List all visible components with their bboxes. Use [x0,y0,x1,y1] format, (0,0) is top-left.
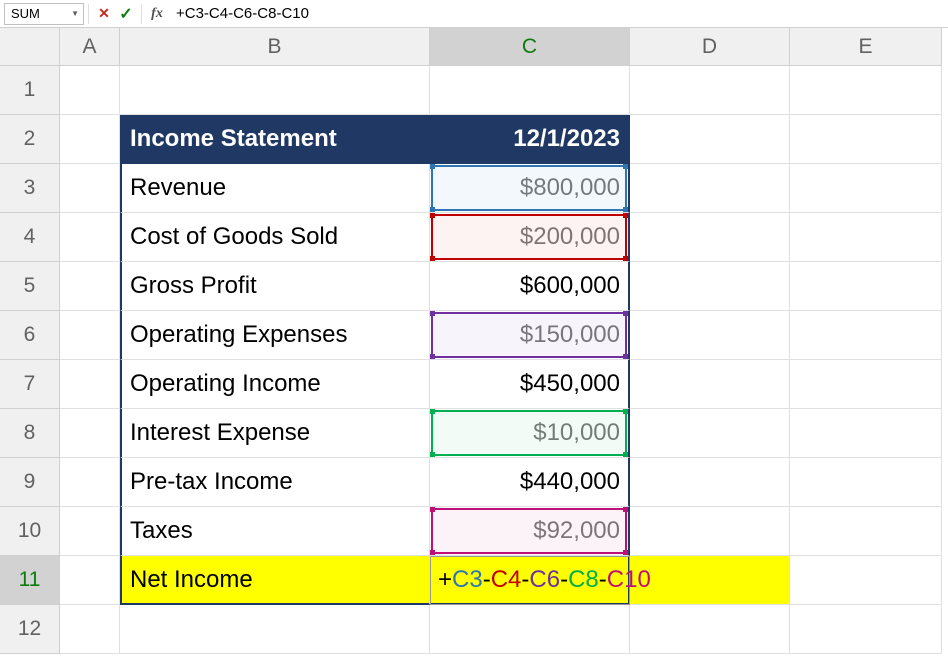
cell-C10[interactable]: $92,000 [430,507,630,556]
row-header-2[interactable]: 2 [0,115,60,164]
cell-E12[interactable] [790,605,942,654]
cell-C4[interactable]: $200,000 [430,213,630,262]
cell-A9[interactable] [60,458,120,507]
cell-E8[interactable] [790,409,942,458]
spreadsheet-grid: A B C D E 1 2 Income Statement 12/1/2023… [0,28,948,654]
cell-D5[interactable] [630,262,790,311]
enter-icon[interactable]: ✓ [115,3,137,25]
row-header-11[interactable]: 11 [0,556,60,605]
cell-B1[interactable] [120,66,430,115]
cell-C6[interactable]: $150,000 [430,311,630,360]
cell-D2[interactable] [630,115,790,164]
row-header-3[interactable]: 3 [0,164,60,213]
cell-B4[interactable]: Cost of Goods Sold [120,213,430,262]
cell-B5[interactable]: Gross Profit [120,262,430,311]
col-header-A[interactable]: A [60,28,120,66]
cell-B3[interactable]: Revenue [120,164,430,213]
cell-B10[interactable]: Taxes [120,507,430,556]
name-box[interactable]: SUM ▼ [4,3,84,25]
cell-A6[interactable] [60,311,120,360]
cell-E5[interactable] [790,262,942,311]
cell-E6[interactable] [790,311,942,360]
cell-B12[interactable] [120,605,430,654]
cell-C7[interactable]: $450,000 [430,360,630,409]
row-header-12[interactable]: 12 [0,605,60,654]
cell-C1[interactable] [430,66,630,115]
row-header-5[interactable]: 5 [0,262,60,311]
cell-E3[interactable] [790,164,942,213]
cell-C12[interactable] [430,605,630,654]
cell-C3[interactable]: $800,000 [430,164,630,213]
row-header-7[interactable]: 7 [0,360,60,409]
col-header-B[interactable]: B [120,28,430,66]
cell-D7[interactable] [630,360,790,409]
cell-C8-value: $10,000 [533,419,620,447]
cancel-icon[interactable]: ✕ [93,3,115,25]
cell-D3[interactable] [630,164,790,213]
cell-A8[interactable] [60,409,120,458]
row-header-10[interactable]: 10 [0,507,60,556]
cell-D12[interactable] [630,605,790,654]
cell-A2[interactable] [60,115,120,164]
row-header-6[interactable]: 6 [0,311,60,360]
cell-A11[interactable] [60,556,120,605]
cell-E4[interactable] [790,213,942,262]
cell-A10[interactable] [60,507,120,556]
cell-B9[interactable]: Pre-tax Income [120,458,430,507]
table-header-date[interactable]: 12/1/2023 [430,115,630,164]
name-box-value: SUM [11,6,40,21]
cell-D1[interactable] [630,66,790,115]
divider [88,4,89,24]
cell-D6[interactable] [630,311,790,360]
cell-C6-value: $150,000 [520,321,620,349]
formula-bar: SUM ▼ ✕ ✓ fx +C3-C4-C6-C8-C10 [0,0,948,28]
row-header-8[interactable]: 8 [0,409,60,458]
formula-in-cell: +C3-C4-C6-C8-C10 [438,556,651,603]
table-header-title[interactable]: Income Statement [120,115,430,164]
row-header-4[interactable]: 4 [0,213,60,262]
cell-D4[interactable] [630,213,790,262]
select-all-corner[interactable] [0,28,60,66]
cell-C11-editing[interactable]: +C3-C4-C6-C8-C10 [430,556,630,605]
cell-A1[interactable] [60,66,120,115]
cell-A7[interactable] [60,360,120,409]
col-header-E[interactable]: E [790,28,942,66]
cell-C10-value: $92,000 [533,517,620,545]
formula-input[interactable]: +C3-C4-C6-C8-C10 [168,0,948,27]
col-header-D[interactable]: D [630,28,790,66]
cell-A12[interactable] [60,605,120,654]
cell-E10[interactable] [790,507,942,556]
cell-E1[interactable] [790,66,942,115]
cell-A3[interactable] [60,164,120,213]
cell-D9[interactable] [630,458,790,507]
cell-E7[interactable] [790,360,942,409]
cell-C9[interactable]: $440,000 [430,458,630,507]
cell-C5[interactable]: $600,000 [430,262,630,311]
cell-A5[interactable] [60,262,120,311]
row-header-1[interactable]: 1 [0,66,60,115]
cell-D10[interactable] [630,507,790,556]
cell-D11[interactable] [630,556,790,605]
dropdown-icon[interactable]: ▼ [71,9,79,18]
fx-icon[interactable]: fx [146,3,168,25]
col-header-C[interactable]: C [430,28,630,66]
cell-B11[interactable]: Net Income [120,556,430,605]
cell-C4-value: $200,000 [520,223,620,251]
divider [141,4,142,24]
cell-B6[interactable]: Operating Expenses [120,311,430,360]
cell-E2[interactable] [790,115,942,164]
cell-D8[interactable] [630,409,790,458]
cell-A4[interactable] [60,213,120,262]
cell-B7[interactable]: Operating Income [120,360,430,409]
cell-C3-value: $800,000 [520,174,620,202]
cell-B8[interactable]: Interest Expense [120,409,430,458]
cell-E11[interactable] [790,556,942,605]
row-header-9[interactable]: 9 [0,458,60,507]
cell-E9[interactable] [790,458,942,507]
cell-C8[interactable]: $10,000 [430,409,630,458]
